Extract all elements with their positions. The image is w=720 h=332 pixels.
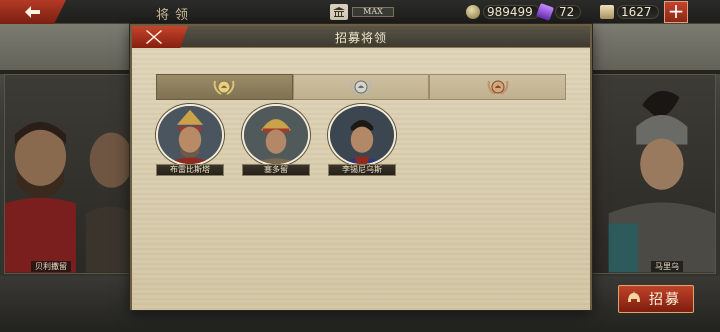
general-portrait-icon	[5, 121, 133, 273]
hero-list: 布雷比斯塔 塞多留 李锡尼乌斯	[156, 104, 396, 178]
silver-amount: 989499	[483, 5, 540, 19]
helmet-icon	[628, 291, 640, 302]
dialog-header: 招募将领	[132, 26, 590, 48]
dialog-title: 招募将领	[334, 31, 387, 45]
tier-tabs	[156, 74, 567, 100]
right-general-name: 马里乌	[651, 261, 683, 272]
hero-name: 塞多留	[242, 164, 310, 176]
hero-portrait	[242, 104, 310, 166]
back-button[interactable]	[0, 0, 66, 24]
museum-level-label: MAX	[352, 7, 394, 17]
tab-silver-tier[interactable]	[292, 74, 430, 100]
hero-name: 李锡尼乌斯	[328, 164, 396, 176]
scroll-amount: 1627	[617, 5, 659, 19]
tab-gold-tier[interactable]	[156, 74, 293, 100]
gem-icon	[536, 3, 554, 21]
scroll-icon	[600, 5, 614, 19]
temple-icon	[330, 4, 348, 20]
hero-portrait-icon	[330, 106, 394, 164]
hero-portrait	[156, 104, 224, 166]
general-portrait-icon	[608, 90, 715, 273]
close-icon	[146, 30, 162, 44]
hero-name: 布雷比斯塔	[156, 164, 224, 176]
close-button[interactable]	[132, 26, 188, 48]
top-bar: 将领 MAX 989499 72 1627 +	[0, 0, 720, 24]
add-resource-button[interactable]: +	[664, 1, 688, 23]
page-title: 将领	[156, 8, 195, 23]
left-general-name: 贝利撒留	[31, 261, 71, 272]
silver-counter[interactable]: 989499	[466, 4, 540, 20]
arrow-left-icon	[25, 6, 40, 18]
recruit-button-label: 招募	[649, 292, 681, 308]
hero-card[interactable]: 塞多留	[242, 104, 310, 178]
dialog-body: 布雷比斯塔 塞多留 李锡尼乌斯	[132, 48, 590, 310]
gem-amount: 72	[555, 5, 582, 19]
gem-counter[interactable]: 72	[536, 3, 582, 21]
coin-icon	[466, 5, 480, 19]
recruit-button[interactable]: 招募	[618, 285, 694, 313]
scroll-counter[interactable]: 1627	[600, 4, 659, 20]
tab-bronze-tier[interactable]	[429, 74, 567, 100]
left-general-card[interactable]: 贝利撒留	[4, 74, 134, 274]
hero-portrait-icon	[244, 106, 308, 164]
museum-indicator[interactable]: MAX	[330, 4, 394, 20]
hero-card[interactable]: 布雷比斯塔	[156, 104, 224, 178]
gold-laurel-medal-icon	[213, 80, 235, 95]
recruit-generals-dialog: 招募将领 布雷比斯塔 塞多留 李锡尼乌斯	[130, 24, 592, 310]
right-general-card[interactable]: 马里乌	[588, 74, 716, 274]
bronze-laurel-medal-icon	[487, 80, 509, 95]
hero-card[interactable]: 李锡尼乌斯	[328, 104, 396, 178]
hero-portrait-icon	[158, 106, 222, 164]
silver-laurel-medal-icon	[350, 80, 372, 95]
hero-portrait	[328, 104, 396, 166]
